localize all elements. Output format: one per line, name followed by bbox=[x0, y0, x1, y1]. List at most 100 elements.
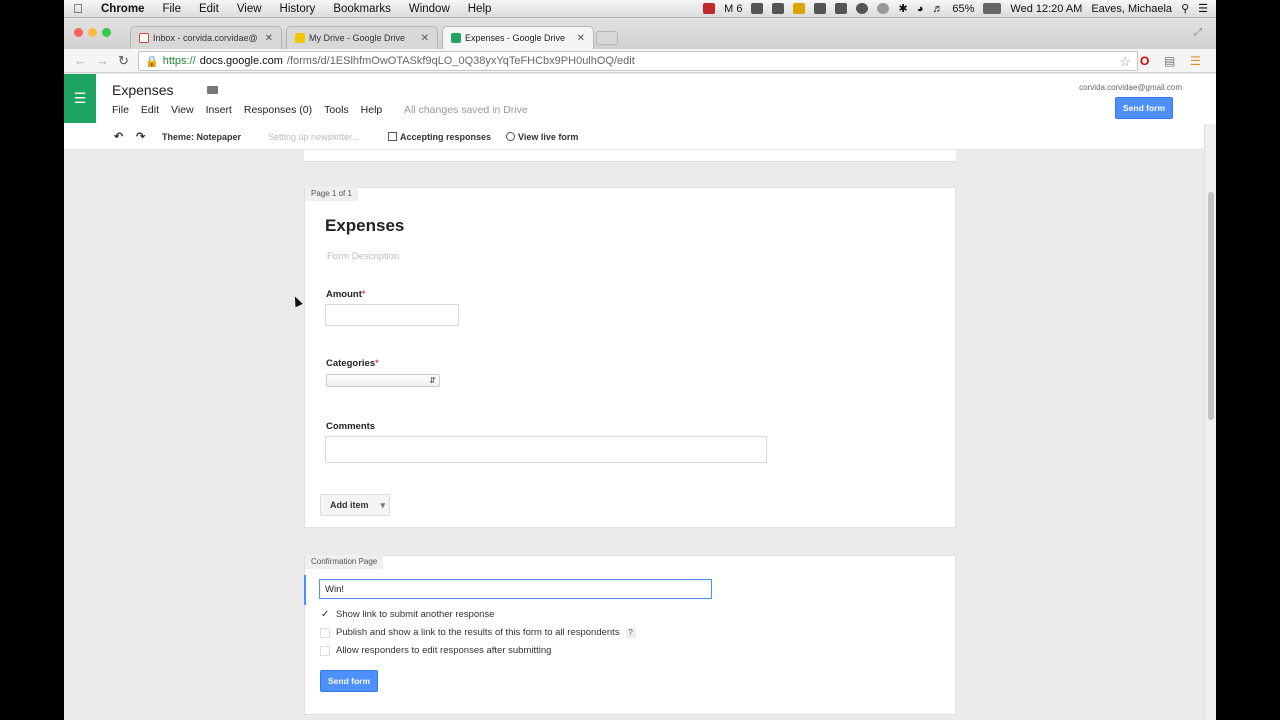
notification-center-icon[interactable]: ☰ bbox=[1198, 2, 1208, 15]
docs-menu-insert[interactable]: Insert bbox=[206, 104, 232, 116]
opera-extension-icon[interactable]: O bbox=[1140, 54, 1149, 68]
reload-icon[interactable]: ↻ bbox=[118, 53, 129, 69]
dropbox-icon[interactable] bbox=[835, 3, 848, 14]
header-strip bbox=[304, 150, 956, 162]
tab-my-drive[interactable]: My Drive - Google Drive ✕ bbox=[286, 26, 438, 49]
comments-textarea[interactable] bbox=[325, 436, 767, 463]
checkbox-icon[interactable] bbox=[320, 645, 330, 656]
browser-toolbar: ← → ↻ 🔒 https://docs.google.com/forms/d/… bbox=[64, 49, 1216, 73]
tab-label: Inbox - corvida.corvidae@ bbox=[153, 33, 258, 43]
apple-icon[interactable]:  bbox=[64, 1, 92, 16]
question-categories-label[interactable]: Categories* bbox=[326, 358, 379, 369]
add-item-button[interactable]: Add item ▾ bbox=[320, 494, 390, 516]
allow-edit-option[interactable]: Allow responders to edit responses after… bbox=[320, 645, 551, 656]
menu-help[interactable]: Help bbox=[459, 3, 501, 15]
user-name[interactable]: Eaves, Michaela bbox=[1091, 3, 1172, 15]
docs-menu-view[interactable]: View bbox=[171, 104, 194, 116]
tab-expenses[interactable]: Expenses - Google Drive ✕ bbox=[442, 26, 594, 49]
new-tab-button[interactable] bbox=[596, 31, 618, 45]
close-tab-icon[interactable]: ✕ bbox=[265, 33, 273, 44]
address-bar[interactable]: 🔒 https://docs.google.com/forms/d/1ESlhf… bbox=[138, 51, 1138, 71]
spotlight-search-icon[interactable]: ⚲ bbox=[1181, 2, 1189, 15]
show-link-option[interactable]: ✓ Show link to submit another response bbox=[320, 609, 494, 620]
menu-bookmarks[interactable]: Bookmarks bbox=[324, 3, 400, 15]
url-path: /forms/d/1ESlhfmOwOTASkf9qLO_0Q38yxYqTeF… bbox=[286, 55, 635, 67]
amount-input[interactable] bbox=[325, 304, 459, 326]
extension-icon[interactable]: ▤ bbox=[1164, 54, 1175, 68]
red-app-icon[interactable] bbox=[703, 3, 716, 14]
menu-history[interactable]: History bbox=[271, 3, 325, 15]
drive-favicon-icon bbox=[295, 33, 305, 43]
question-title: Amount bbox=[326, 289, 362, 300]
form-description[interactable]: Form Description bbox=[327, 251, 399, 262]
folder-icon[interactable] bbox=[207, 86, 218, 94]
wifi-icon[interactable]: ◕ bbox=[917, 3, 924, 15]
menu-file[interactable]: File bbox=[153, 3, 190, 15]
bookmark-star-icon[interactable]: ☆ bbox=[1119, 54, 1131, 70]
page-scrollbar[interactable] bbox=[1204, 124, 1216, 720]
question-amount-label[interactable]: Amount* bbox=[326, 289, 366, 300]
question-title: Categories bbox=[326, 358, 376, 369]
tray-icon-4[interactable] bbox=[814, 3, 827, 14]
docs-menu-responses[interactable]: Responses (0) bbox=[244, 104, 312, 116]
setting-up-status: Setting up newsletter... bbox=[268, 132, 360, 142]
menu-app-name[interactable]: Chrome bbox=[92, 3, 153, 15]
theme-button[interactable]: Theme: Notepaper bbox=[162, 132, 241, 142]
forms-logo-icon[interactable]: ☰ bbox=[64, 74, 96, 123]
sync-icon[interactable] bbox=[856, 3, 869, 14]
help-icon[interactable]: ? bbox=[625, 627, 636, 638]
form-editor: Page 1 of 1 Expenses Form Description Am… bbox=[64, 150, 1204, 720]
clock[interactable]: Wed 12:20 AM bbox=[1010, 3, 1082, 15]
docs-menubar: File Edit View Insert Responses (0) Tool… bbox=[112, 104, 382, 116]
docs-menu-tools[interactable]: Tools bbox=[324, 104, 349, 116]
tray-icon-2[interactable] bbox=[772, 3, 785, 14]
forms-header: ☰ Expenses File Edit View Insert Respons… bbox=[64, 74, 1216, 124]
zoom-window-icon[interactable] bbox=[102, 28, 111, 37]
battery-percent[interactable]: 65% bbox=[952, 3, 974, 15]
tab-gmail-inbox[interactable]: Inbox - corvida.corvidae@ ✕ bbox=[130, 26, 282, 49]
view-live-form-button[interactable]: View live form bbox=[506, 132, 578, 142]
menu-edit[interactable]: Edit bbox=[190, 3, 228, 15]
account-email[interactable]: corvida.corvidae@gmail.com bbox=[1079, 83, 1182, 92]
checkbox-checked-icon[interactable]: ✓ bbox=[320, 609, 330, 620]
undo-icon[interactable]: ↶ bbox=[114, 130, 123, 143]
send-form-button-bottom[interactable]: Send form bbox=[320, 670, 378, 692]
menu-view[interactable]: View bbox=[228, 3, 271, 15]
chrome-menu-icon[interactable]: ☰ bbox=[1190, 54, 1201, 68]
question-title: Comments bbox=[326, 421, 376, 432]
bluetooth-icon[interactable]: ✱ bbox=[898, 2, 907, 15]
menu-window[interactable]: Window bbox=[400, 3, 459, 15]
form-title[interactable]: Expenses bbox=[325, 216, 404, 236]
forward-icon[interactable]: → bbox=[96, 53, 109, 68]
time-machine-icon[interactable] bbox=[877, 3, 890, 14]
docs-menu-edit[interactable]: Edit bbox=[141, 104, 159, 116]
confirmation-message-input[interactable]: Win! bbox=[319, 579, 712, 599]
window-controls bbox=[74, 28, 111, 37]
close-tab-icon[interactable]: ✕ bbox=[421, 33, 429, 44]
checkbox-icon[interactable] bbox=[320, 627, 330, 638]
fullscreen-icon[interactable]: ⤢ bbox=[1194, 27, 1202, 38]
gmail-notifier-icon[interactable]: M 6 bbox=[724, 3, 742, 15]
option-label: Publish and show a link to the results o… bbox=[336, 627, 620, 638]
tray-icon-1[interactable] bbox=[751, 3, 764, 14]
url-scheme: https:// bbox=[162, 55, 196, 67]
tray-icon-3[interactable] bbox=[793, 3, 806, 14]
docs-menu-file[interactable]: File bbox=[112, 104, 129, 116]
battery-icon[interactable] bbox=[983, 3, 1002, 14]
docs-menu-help[interactable]: Help bbox=[361, 104, 383, 116]
document-title[interactable]: Expenses bbox=[112, 82, 173, 98]
publish-results-option[interactable]: Publish and show a link to the results o… bbox=[320, 627, 636, 638]
back-icon[interactable]: ← bbox=[74, 53, 87, 68]
send-form-button[interactable]: Send form bbox=[1115, 97, 1173, 119]
save-status: All changes saved in Drive bbox=[404, 104, 528, 116]
categories-dropdown[interactable]: ⇵ bbox=[326, 374, 440, 387]
accepting-responses-button[interactable]: Accepting responses bbox=[388, 132, 491, 142]
scrollbar-thumb[interactable] bbox=[1208, 192, 1214, 420]
redo-icon[interactable]: ↷ bbox=[136, 130, 145, 143]
volume-icon[interactable]: ♬ bbox=[932, 3, 943, 15]
question-comments-label[interactable]: Comments bbox=[326, 421, 375, 432]
close-window-icon[interactable] bbox=[74, 28, 83, 37]
chevron-down-icon: ▾ bbox=[380, 499, 386, 510]
minimize-window-icon[interactable] bbox=[88, 28, 97, 37]
close-tab-icon[interactable]: ✕ bbox=[577, 33, 585, 44]
